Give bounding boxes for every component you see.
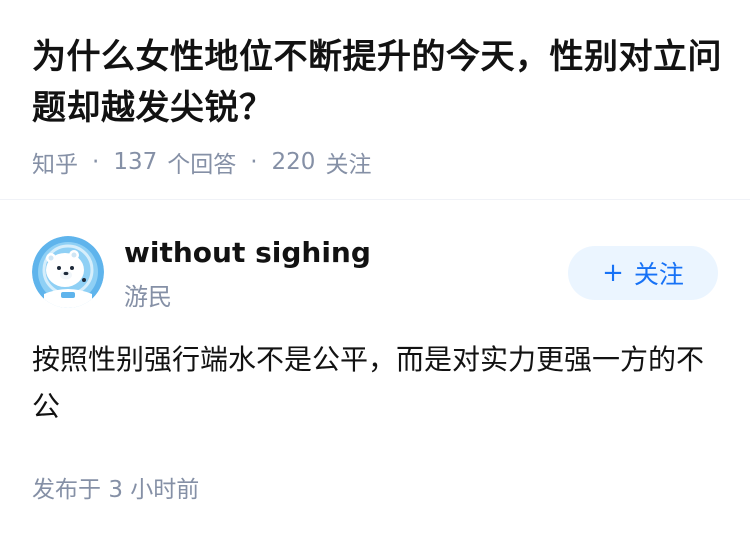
author-name[interactable]: without sighing xyxy=(124,236,371,269)
followers-label[interactable]: 关注 xyxy=(325,145,371,179)
meta-separator: · xyxy=(92,149,100,175)
polar-bear-astronaut-icon xyxy=(32,236,104,308)
followers-count[interactable]: 220 xyxy=(272,149,316,175)
question-header: 为什么女性地位不断提升的今天，性别对立问题却越发尖锐？ 知乎 · 137 个回答… xyxy=(32,32,722,179)
answer-publish-time: 发布于 3 小时前 xyxy=(32,470,199,504)
section-divider xyxy=(0,199,750,200)
author-bar: without sighing 游民 + 关注 xyxy=(32,236,718,311)
avatar[interactable] xyxy=(32,236,104,308)
follow-button[interactable]: + 关注 xyxy=(568,246,718,300)
source-label[interactable]: 知乎 xyxy=(32,145,78,179)
answers-label[interactable]: 个回答 xyxy=(167,145,236,179)
question-title[interactable]: 为什么女性地位不断提升的今天，性别对立问题却越发尖锐？ xyxy=(32,32,722,134)
published-label: 发布于 xyxy=(32,477,101,503)
plus-icon: + xyxy=(602,258,624,288)
answer-content[interactable]: 按照性别强行端水不是公平，而是对实力更强一方的不公 xyxy=(32,336,712,430)
author-description: 游民 xyxy=(124,283,172,311)
question-meta: 知乎 · 137 个回答 · 220 关注 xyxy=(32,145,722,179)
published-time: 3 小时前 xyxy=(108,477,200,503)
meta-separator: · xyxy=(250,149,258,175)
answers-count[interactable]: 137 xyxy=(113,149,157,175)
follow-button-label: 关注 xyxy=(633,260,684,289)
